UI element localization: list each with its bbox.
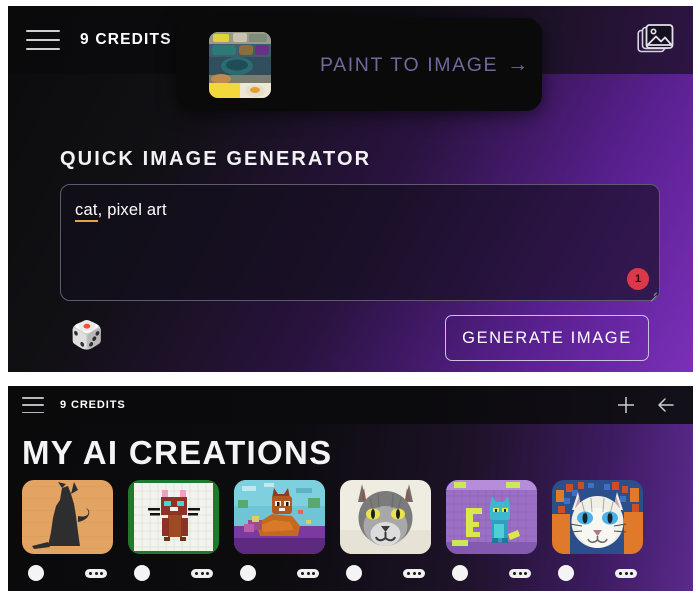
credits-label: 9 CREDITS (80, 31, 172, 48)
more-options-icon[interactable] (85, 568, 107, 578)
creations-grid (22, 480, 685, 583)
credits-label: 9 CREDITS (60, 399, 126, 411)
prompt-rest: , pixel art (97, 201, 167, 219)
creation-thumbnail-black-cat-on-orange[interactable] (22, 480, 113, 554)
paint-palette-thumbnail (209, 31, 271, 98)
list-item (128, 480, 219, 583)
arrow-left-icon[interactable] (655, 394, 677, 416)
item-actions (340, 563, 431, 583)
randomize-dice-icon[interactable]: 🎲 (70, 320, 104, 350)
item-actions (234, 563, 325, 583)
list-item (552, 480, 643, 583)
more-options-icon[interactable] (615, 568, 637, 578)
item-actions (552, 563, 643, 583)
item-actions (446, 563, 537, 583)
list-item (22, 480, 113, 583)
plus-icon[interactable] (615, 394, 637, 416)
prompt-input-wrapper: cat, pixel art 1 (60, 184, 660, 302)
select-dot[interactable] (452, 565, 468, 581)
creations-title: MY AI CREATIONS (22, 434, 333, 471)
list-item (446, 480, 537, 583)
creation-thumbnail-white-cat-blue-eyes-orange-bg[interactable] (552, 480, 643, 554)
prompt-input[interactable]: cat, pixel art 1 (60, 184, 660, 302)
select-dot[interactable] (346, 565, 362, 581)
item-actions (128, 563, 219, 583)
select-dot[interactable] (134, 565, 150, 581)
creation-thumbnail-grey-cat-face-yellow-eyes[interactable] (340, 480, 431, 554)
page-title: QUICK IMAGE GENERATOR (60, 148, 372, 170)
list-item (234, 480, 325, 583)
item-actions (22, 563, 113, 583)
quick-image-generator-panel: 9 CREDITS PAINT TO IMAGE → QUICK IMAGE G… (8, 6, 693, 372)
paint-to-image-card[interactable]: PAINT TO IMAGE → (176, 18, 542, 111)
creation-thumbnail-pixel-brown-cat-green-border[interactable] (128, 480, 219, 554)
creation-thumbnail-orange-cat-blue-pixel-scene[interactable] (234, 480, 325, 554)
more-options-icon[interactable] (297, 568, 319, 578)
prompt-text: cat, pixel art (75, 201, 167, 222)
hamburger-menu-icon[interactable] (22, 397, 44, 413)
select-dot[interactable] (240, 565, 256, 581)
status-badge[interactable]: 1 (627, 268, 649, 290)
paint-to-image-text: PAINT TO IMAGE (320, 53, 499, 76)
creations-topbar: 9 CREDITS (8, 386, 693, 424)
select-dot[interactable] (28, 565, 44, 581)
misspelled-word: cat (75, 201, 98, 222)
app-root: 9 CREDITS PAINT TO IMAGE → QUICK IMAGE G… (0, 0, 700, 597)
hamburger-menu-icon[interactable] (26, 27, 60, 53)
more-options-icon[interactable] (509, 568, 531, 578)
creation-thumbnail-cyan-yellow-cat-purple-grid[interactable] (446, 480, 537, 554)
select-dot[interactable] (558, 565, 574, 581)
more-options-icon[interactable] (403, 568, 425, 578)
images-stack-icon[interactable] (637, 24, 675, 56)
more-options-icon[interactable] (191, 568, 213, 578)
arrow-right-icon: → (507, 52, 530, 76)
generate-image-button[interactable]: GENERATE IMAGE (445, 315, 649, 361)
paint-to-image-label: PAINT TO IMAGE → (320, 53, 530, 77)
resize-handle[interactable] (647, 288, 657, 302)
list-item (340, 480, 431, 583)
my-ai-creations-panel: 9 CREDITS MY AI CREATIONS (8, 386, 693, 591)
